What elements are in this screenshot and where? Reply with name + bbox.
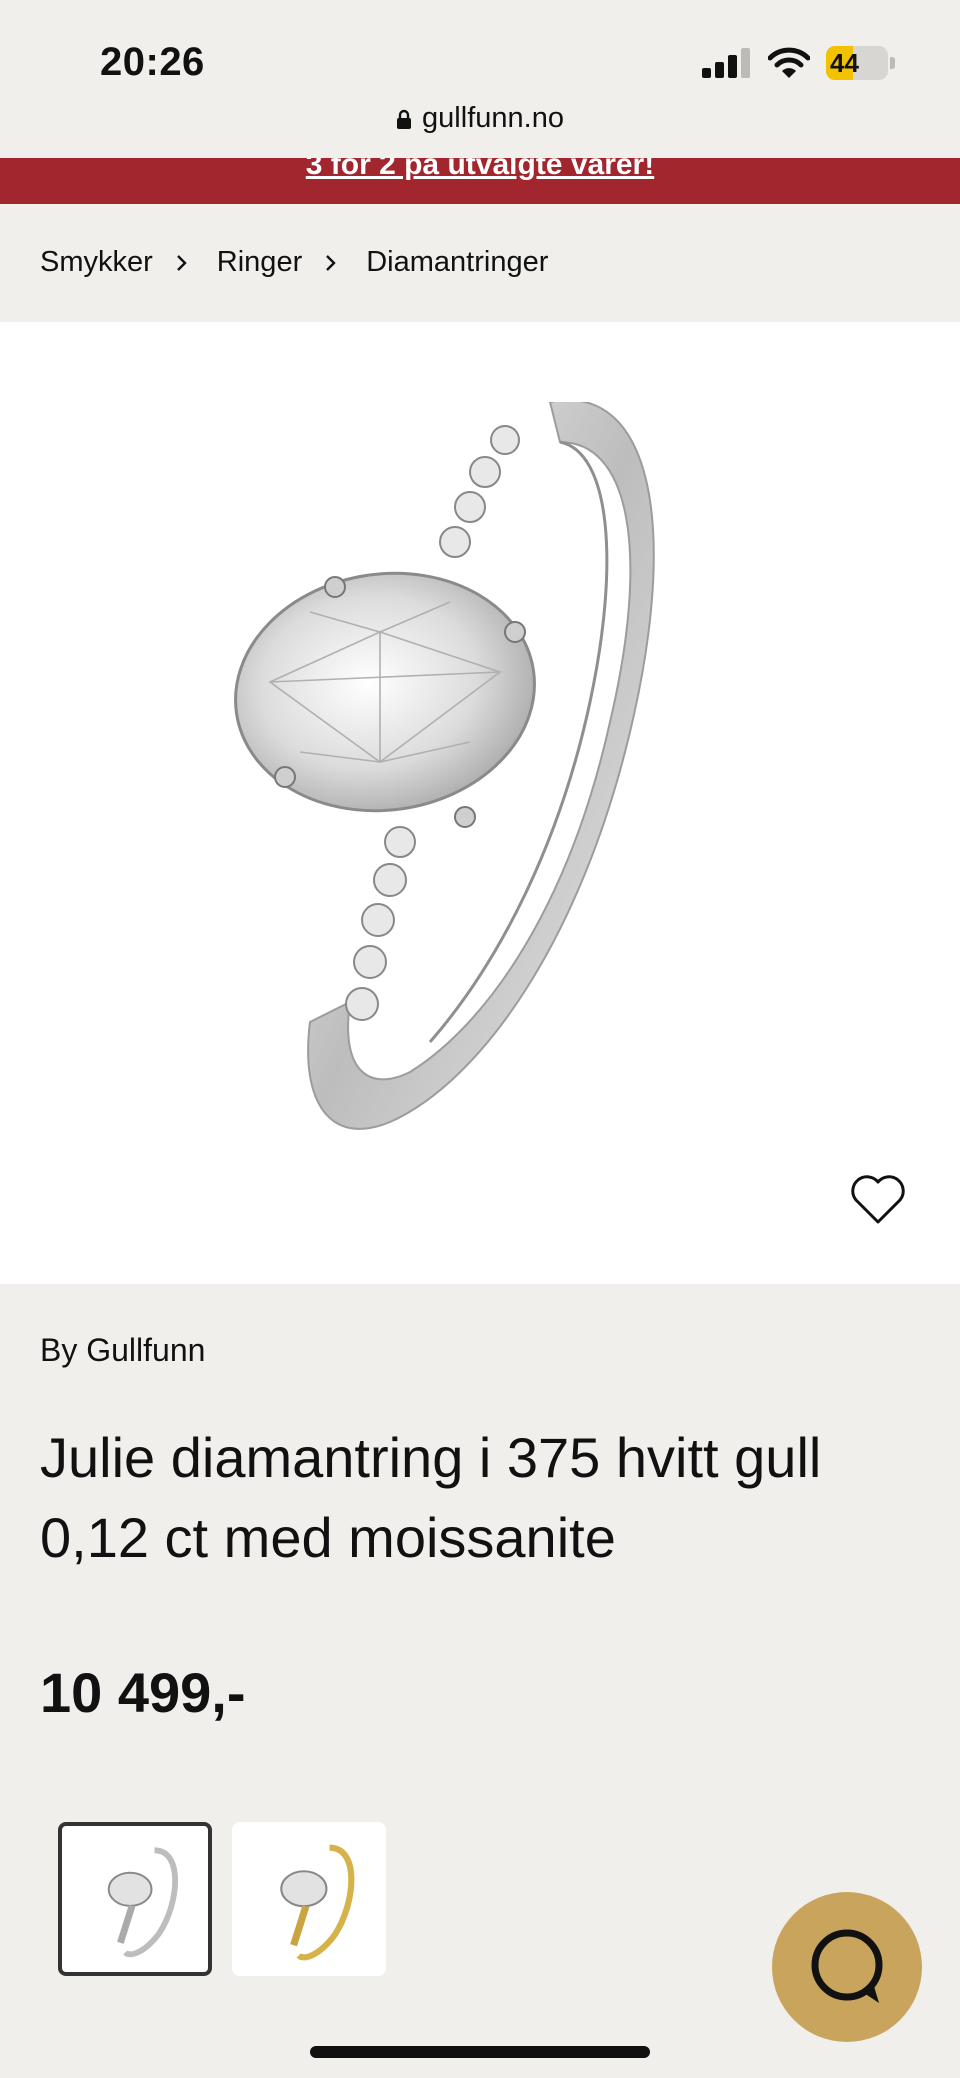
status-time: 20:26 xyxy=(100,40,205,84)
address-bar[interactable]: gullfunn.no xyxy=(0,102,960,135)
chat-button[interactable] xyxy=(772,1892,922,2042)
breadcrumb-item-diamantringer[interactable]: Diamantringer xyxy=(366,246,548,279)
variant-thumbnail-white-gold[interactable] xyxy=(58,1822,212,1976)
product-image-ring xyxy=(234,402,655,1130)
breadcrumb-item-ringer[interactable]: Ringer xyxy=(217,246,302,279)
product-title: Julie diamantring i 375 hvitt gull 0,12 … xyxy=(40,1426,822,1569)
wifi-icon xyxy=(768,47,810,78)
product-brand[interactable]: By Gullfunn xyxy=(40,1332,205,1369)
cellular-signal-icon xyxy=(702,48,750,78)
url-text: gullfunn.no xyxy=(422,102,564,134)
home-indicator[interactable] xyxy=(310,2046,650,2058)
battery-icon: 44 xyxy=(826,46,896,80)
status-bar: 20:26 44 gullfunn.no xyxy=(0,0,960,160)
heart-icon[interactable] xyxy=(850,1174,906,1226)
promo-text[interactable]: 3 for 2 på utvalgte varer! xyxy=(0,158,960,182)
chat-icon xyxy=(811,1929,883,2003)
breadcrumb: Smykker Ringer Diamantringer xyxy=(40,246,548,279)
chevron-right-icon xyxy=(326,254,336,271)
lock-icon xyxy=(397,109,412,129)
product-image-gallery[interactable] xyxy=(0,322,960,1284)
product-price: 10 499,- xyxy=(40,1661,246,1724)
breadcrumb-item-smykker[interactable]: Smykker xyxy=(40,246,153,279)
ring-thumbnail-image xyxy=(280,1844,355,1961)
promo-banner[interactable]: 3 for 2 på utvalgte varer! xyxy=(0,158,960,204)
ring-thumbnail-image xyxy=(107,1847,178,1958)
battery-level: 44 xyxy=(830,48,859,78)
chevron-right-icon xyxy=(176,254,187,271)
variant-thumbnail-yellow-gold[interactable] xyxy=(232,1822,386,1976)
